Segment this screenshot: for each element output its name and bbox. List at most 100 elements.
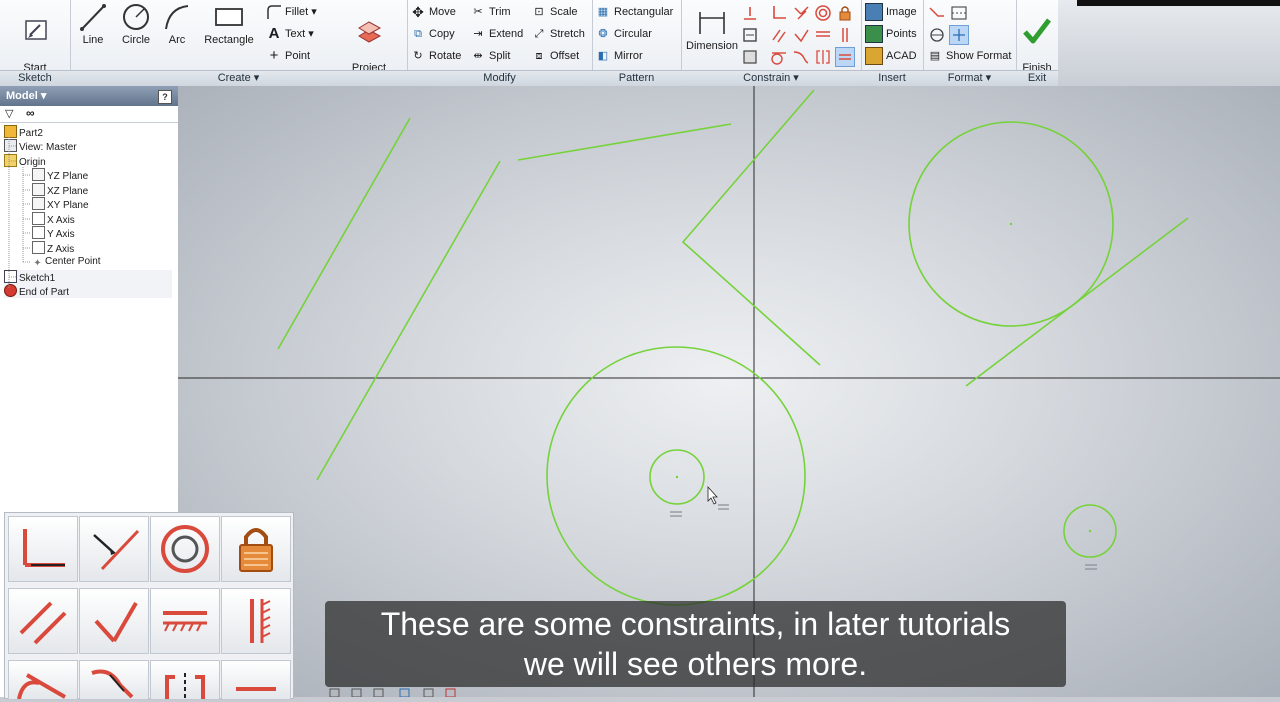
sketch-line[interactable] [277,117,411,350]
symmetric-constraint-button[interactable] [150,660,220,700]
rectangular-pattern-icon: ▦ [597,6,609,19]
offset-button[interactable]: ⧈ Offset [531,46,580,66]
fix-constraint-button[interactable] [221,516,291,582]
circle-center-point[interactable] [675,475,679,479]
coincident-constraint-button[interactable] [8,516,78,582]
circle-button[interactable]: Circle [116,2,156,47]
tangent-icon[interactable] [769,47,789,67]
sketch-circle[interactable] [546,346,806,606]
tangent-constraint-button[interactable] [8,660,78,700]
rectangle-icon [215,8,243,26]
project-geometry-icon [358,21,382,43]
collinear-constraint-button[interactable] [79,516,149,582]
line-label: Line [82,34,104,46]
concentric-icon[interactable] [813,3,833,23]
driven-dimension-icon[interactable] [949,25,969,45]
find-binoculars-icon[interactable]: ∞ [26,106,35,120]
view-toolbar-strip [320,688,1280,698]
fix-lock-icon[interactable] [835,3,855,23]
construction-icon[interactable] [927,3,947,23]
modify-panel: ✥ Move ⧉ Copy ↻ Rotate ✂ Trim ⇥ Extend ⇹ Split… [407,0,593,86]
split-button[interactable]: ⇹ Split [470,46,510,66]
move-button[interactable]: ✥ Move [410,2,456,22]
equal-constraint-glyph [670,511,682,517]
constraint-toolbar-zoom [4,512,294,700]
move-label: Move [429,6,456,18]
smooth-constraint-button[interactable] [79,660,149,700]
equal-icon [236,687,276,691]
insert-panel-title: Insert [861,70,923,86]
tree-item-xy-plane[interactable]: XY Plane [32,197,89,211]
line-button[interactable]: Line [74,2,112,47]
extend-button[interactable]: ⇥ Extend [470,24,523,44]
auto-dimension-icon[interactable] [740,3,760,23]
rectangular-pattern-button[interactable]: ▦ Rectangular [595,2,674,22]
extend-icon: ⇥ [473,28,483,41]
mirror-button[interactable]: ◧ Mirror [595,46,643,66]
circular-pattern-button[interactable]: ❂ Circular [595,24,652,44]
horizontal-constraint-button[interactable] [150,588,220,654]
centerline-icon[interactable] [949,3,969,23]
copy-button[interactable]: ⧉ Copy [410,24,455,44]
tree-item-yz-plane[interactable]: YZ Plane [32,168,88,182]
circle-center-point[interactable] [1088,529,1092,533]
equal-icon[interactable] [835,47,855,67]
model-browser-header[interactable]: Model ▾ ? [0,86,178,106]
tree-item-center-point[interactable]: ✦ Center Point [32,255,100,269]
trim-button[interactable]: ✂ Trim [470,2,510,22]
sketch-line[interactable] [316,160,501,481]
constraint-settings-icon[interactable] [740,47,760,67]
rectangle-button[interactable]: Rectangle [198,2,260,47]
help-icon[interactable]: ? [158,90,172,104]
show-format-button[interactable]: ▤ Show Format [927,46,1012,66]
pattern-panel: ▦ Rectangular ❂ Circular ◧ Mirror Pattern [592,0,682,86]
sketch-polyline[interactable] [681,89,821,366]
sketch-line[interactable] [517,123,732,161]
image-button[interactable]: Image [865,2,917,22]
concentric-constraint-button[interactable] [150,516,220,582]
modify-panel-title: Modify [407,70,592,86]
parallel-icon[interactable] [769,25,789,45]
parallel-constraint-button[interactable] [8,588,78,654]
vertical-constraint-button[interactable] [221,588,291,654]
model-browser-title[interactable]: Model ▾ [6,90,46,102]
line-icon [80,4,106,31]
format-panel: ▤ Show Format Format ▾ [923,0,1017,86]
points-button[interactable]: Points [865,24,917,44]
stretch-button[interactable]: ⤢ Stretch [531,24,585,44]
points-icon [865,25,883,44]
sketch-line[interactable] [965,217,1189,387]
perpendicular-constraint-button[interactable] [79,588,149,654]
smooth-icon[interactable] [791,47,811,67]
circular-pattern-icon: ❂ [598,28,608,41]
show-format-icon: ▤ [929,50,941,63]
scale-button[interactable]: ⊡ Scale [531,2,577,22]
perpendicular-icon [94,601,138,643]
collinear-icon[interactable] [791,3,811,23]
equal-constraint-glyph [718,504,729,510]
arc-button[interactable]: Arc [160,2,194,47]
tree-item-xz-plane[interactable]: XZ Plane [32,183,88,197]
show-constraints-icon[interactable] [740,25,760,45]
rotate-button[interactable]: ↻ Rotate [410,46,461,66]
text-button[interactable]: A Text ▾ [266,24,314,44]
coincident-icon[interactable] [769,3,789,23]
vertical-icon[interactable] [835,25,855,45]
equal-constraint-button[interactable] [221,660,291,700]
symmetric-icon[interactable] [813,47,833,67]
horizontal-icon[interactable] [813,25,833,45]
collinear-icon [93,529,140,571]
circle-center-point[interactable] [1009,222,1013,226]
smooth-icon [91,669,134,699]
circle-icon [123,4,149,30]
perpendicular-icon[interactable] [791,25,811,45]
filter-icon[interactable]: ▽ [5,107,13,120]
dimension-button[interactable]: Dimension [683,2,741,53]
concentric-icon [161,525,209,573]
acad-button[interactable]: ACAD [865,46,917,66]
fillet-button[interactable]: Fillet ▾ [266,2,317,22]
point-button[interactable]: + Point [266,46,310,66]
mouse-cursor-icon [707,485,718,505]
rectangular-label: Rectangular [614,6,674,18]
center-point-icon[interactable] [927,25,947,45]
